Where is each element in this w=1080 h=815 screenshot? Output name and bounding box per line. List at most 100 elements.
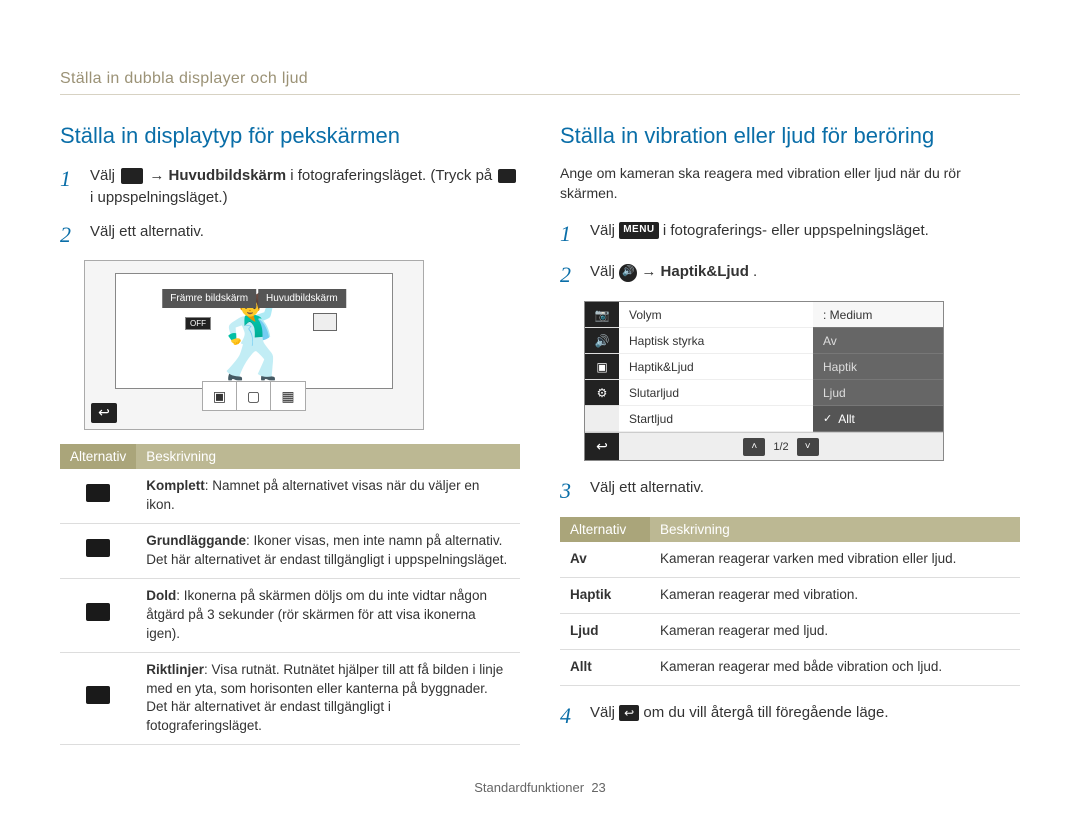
- category-icon-column: 📷 🔊 ▣ ⚙: [585, 302, 619, 432]
- tab-main-display[interactable]: Huvudbildskärm: [258, 289, 346, 308]
- right-column: Ställa in vibration eller ljud för berör…: [560, 123, 1020, 745]
- step-number: 2: [560, 259, 578, 291]
- basic-view-icon: [86, 539, 110, 557]
- step-number: 2: [60, 219, 78, 251]
- pager: ˄ 1/2 ˅: [619, 438, 943, 456]
- text: i uppspelningsläget.): [90, 189, 228, 206]
- haptic-options-table: Alternativ Beskrivning Av Kameran reager…: [560, 517, 1020, 686]
- step-number: 3: [560, 475, 578, 507]
- text: om du vill återgå till föregående läge.: [643, 704, 888, 721]
- table-row: Dold: Ikonerna på skärmen döljs om du in…: [60, 578, 520, 652]
- text: Välj: [590, 704, 619, 721]
- current-volume-value: : Medium: [813, 302, 943, 328]
- right-step-2: 2 Välj → Haptik&Ljud .: [560, 259, 1020, 291]
- option-av[interactable]: Av: [813, 328, 943, 354]
- left-step-2: 2 Välj ett alternativ.: [60, 219, 520, 251]
- col-header-option: Alternativ: [60, 444, 136, 469]
- option-key: Av: [560, 542, 650, 577]
- setting-row-haptic-strength[interactable]: Haptisk styrka: [619, 328, 813, 354]
- text: →: [149, 167, 168, 184]
- option-key: Ljud: [560, 614, 650, 650]
- touchscreen-display-mock: 🕺 Främre bildskärm Huvudbildskärm OFF ▣ …: [84, 260, 424, 430]
- setting-row-shutter-sound[interactable]: Slutarljud: [619, 380, 813, 406]
- step-number: 1: [60, 163, 78, 209]
- text: Välj ett alternativ.: [90, 219, 520, 251]
- right-step-3: 3 Välj ett alternativ.: [560, 475, 1020, 507]
- left-column: Ställa in displaytyp för pekskärmen 1 Vä…: [60, 123, 520, 745]
- playback-display-icon: [498, 169, 516, 183]
- option-desc: Kameran reagerar med vibration.: [650, 578, 1020, 614]
- sound-category-icon[interactable]: 🔊: [585, 328, 619, 354]
- option-allt-selected[interactable]: Allt: [813, 406, 943, 432]
- intro-text: Ange om kameran ska reagera med vibratio…: [560, 163, 1020, 204]
- settings-category-icon[interactable]: ⚙: [585, 380, 619, 406]
- breadcrumb: Ställa in dubbla displayer och ljud: [60, 70, 1020, 95]
- text: Välj: [90, 167, 119, 184]
- display-option-basic-icon[interactable]: ▢: [237, 382, 271, 410]
- desc: : Ikonerna på skärmen döljs om du inte v…: [146, 588, 487, 641]
- option-desc: Kameran reagerar varken med vibration el…: [650, 542, 1020, 577]
- bold-term: Huvudbildskärm: [169, 167, 287, 184]
- text: Välj: [590, 263, 619, 280]
- table-row: Allt Kameran reagerar med både vibration…: [560, 649, 1020, 685]
- haptic-sound-settings-mock: 📷 🔊 ▣ ⚙ Volym Haptisk styrka Haptik&Ljud…: [584, 301, 944, 461]
- back-button[interactable]: ↩: [91, 403, 117, 423]
- tab-front-display[interactable]: Främre bildskärm: [162, 289, 256, 308]
- display-type-toolbar: ▣ ▢ ▦: [202, 381, 306, 411]
- table-row: Komplett: Namnet på alternativet visas n…: [60, 469, 520, 523]
- setting-row-volume[interactable]: Volym: [619, 302, 813, 328]
- table-row: Ljud Kameran reagerar med ljud.: [560, 614, 1020, 650]
- display-option-icon[interactable]: [313, 313, 337, 331]
- left-section-title: Ställa in displaytyp för pekskärmen: [60, 123, 520, 149]
- page-indicator: 1/2: [773, 441, 788, 453]
- option-desc: Kameran reagerar med både vibration och …: [650, 649, 1020, 685]
- guidelines-view-icon: [86, 686, 110, 704]
- value-popup-column: : Medium Av Haptik Ljud Allt: [813, 302, 943, 432]
- term: Grundläggande: [146, 533, 246, 548]
- option-key: Haptik: [560, 578, 650, 614]
- option-desc: Kameran reagerar med ljud.: [650, 614, 1020, 650]
- right-step-1: 1 Välj MENU i fotograferings- eller upps…: [560, 218, 1020, 250]
- back-button[interactable]: ↩: [585, 433, 619, 460]
- display-option-grid-icon[interactable]: ▦: [271, 382, 305, 410]
- display-options-table: Alternativ Beskrivning Komplett: Namnet …: [60, 444, 520, 745]
- option-ljud[interactable]: Ljud: [813, 380, 943, 406]
- table-row: Av Kameran reagerar varken med vibration…: [560, 542, 1020, 577]
- col-header-desc: Beskrivning: [136, 444, 520, 469]
- display-mode-icon: [121, 168, 143, 184]
- page-number: 23: [591, 780, 605, 795]
- table-row: Grundläggande: Ikoner visas, men inte na…: [60, 524, 520, 579]
- left-step-1: 1 Välj → Huvudbildskärm i fotograferings…: [60, 163, 520, 209]
- col-header-desc: Beskrivning: [650, 517, 1020, 542]
- page-footer: Standardfunktioner 23: [0, 780, 1080, 795]
- col-header-option: Alternativ: [560, 517, 650, 542]
- page-up-button[interactable]: ˄: [743, 438, 765, 456]
- text: Välj: [590, 222, 619, 239]
- sound-icon: [619, 264, 637, 282]
- complete-view-icon: [86, 484, 110, 502]
- return-icon: ↩: [619, 705, 639, 721]
- term: Dold: [146, 588, 176, 603]
- table-row: Riktlinjer: Visa rutnät. Rutnätet hjälpe…: [60, 652, 520, 745]
- right-section-title: Ställa in vibration eller ljud för berör…: [560, 123, 1020, 149]
- display-category-icon[interactable]: ▣: [585, 354, 619, 380]
- bold-term: Haptik&Ljud: [661, 263, 749, 280]
- text: Välj ett alternativ.: [590, 475, 1020, 507]
- text: i fotograferings- eller uppspelningsläge…: [663, 222, 929, 239]
- setting-labels-column: Volym Haptisk styrka Haptik&Ljud Slutarl…: [619, 302, 813, 432]
- setting-row-start-sound[interactable]: Startljud: [619, 406, 813, 432]
- text: .: [753, 263, 757, 280]
- setting-row-haptic-sound[interactable]: Haptik&Ljud: [619, 354, 813, 380]
- option-haptik[interactable]: Haptik: [813, 354, 943, 380]
- term: Komplett: [146, 478, 205, 493]
- step-number: 4: [560, 700, 578, 732]
- term: Riktlinjer: [146, 662, 204, 677]
- off-badge: OFF: [185, 317, 211, 330]
- text: i fotograferingsläget. (Tryck på: [290, 167, 496, 184]
- camera-icon[interactable]: 📷: [585, 302, 619, 328]
- page-down-button[interactable]: ˅: [797, 438, 819, 456]
- display-option-complete-icon[interactable]: ▣: [203, 382, 237, 410]
- option-key: Allt: [560, 649, 650, 685]
- hidden-view-icon: [86, 603, 110, 621]
- menu-icon: MENU: [619, 222, 658, 239]
